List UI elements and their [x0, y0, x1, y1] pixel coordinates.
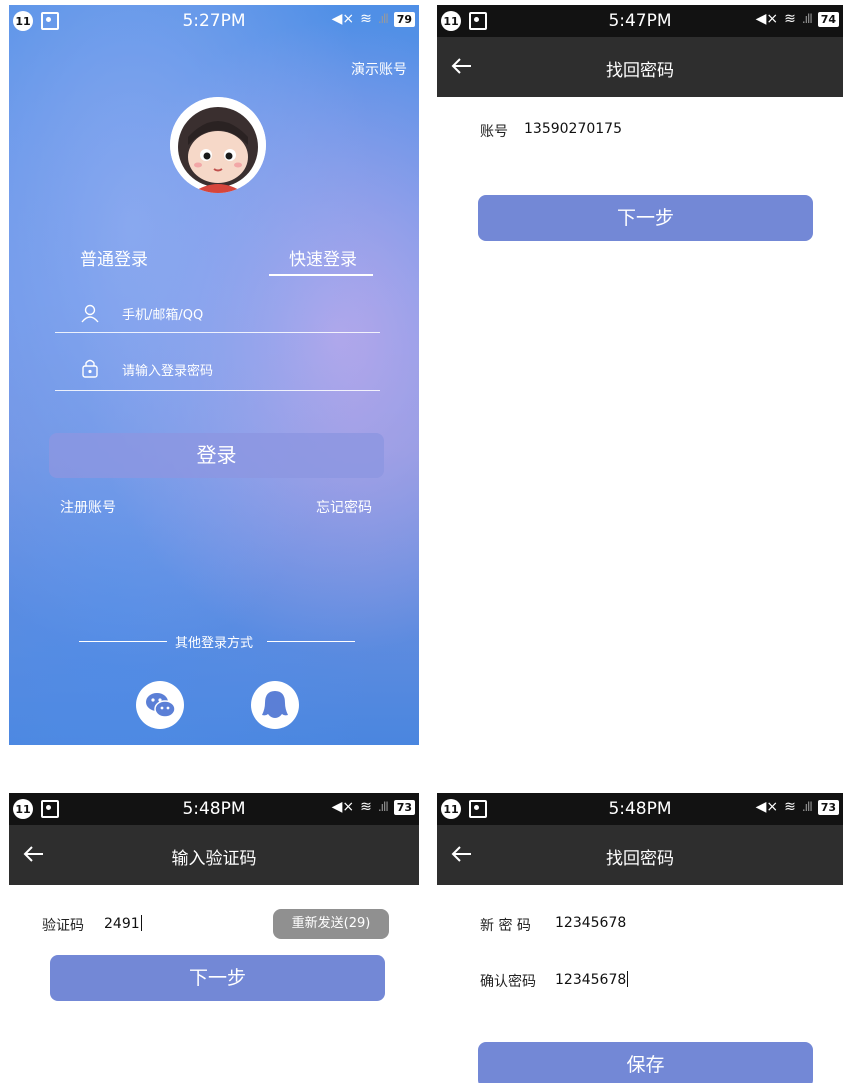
verify-code-screen: 11 5:48PM ◀× ≋ .ıll 73 输入验证码 验证码 2491 重新… [9, 793, 419, 1083]
status-bar: 11 5:48PM ◀× ≋ .ıll 73 [9, 793, 419, 825]
wechat-login-button[interactable] [136, 681, 184, 729]
text-caret [627, 971, 629, 987]
status-bar: 11 5:47PM ◀× ≋ .ıll 74 [437, 5, 843, 37]
new-password-input[interactable]: 12345678 [555, 915, 626, 931]
text-caret [140, 915, 142, 931]
wifi-icon: ≋ [360, 799, 372, 815]
wifi-icon: ≋ [784, 11, 796, 27]
wifi-icon: ≋ [360, 11, 372, 27]
code-label: 验证码 [42, 918, 84, 934]
wechat-icon [146, 693, 176, 718]
save-button[interactable]: 保存 [478, 1042, 813, 1083]
forgot-password-link[interactable]: 忘记密码 [316, 497, 372, 517]
account-underline [55, 332, 380, 333]
register-link[interactable]: 注册账号 [60, 497, 116, 517]
page-title: 输入验证码 [171, 849, 257, 869]
code-value: 2491 [104, 916, 140, 932]
signal-icon: .ıll [377, 800, 389, 814]
account-input[interactable]: 手机/邮箱/QQ [122, 304, 203, 323]
resend-button[interactable]: 重新发送(29) [273, 909, 389, 939]
demo-account-link[interactable]: 演示账号 [351, 59, 407, 79]
mute-icon: ◀× [331, 11, 355, 27]
battery-icon: 79 [393, 11, 415, 27]
mute-icon: ◀× [331, 799, 355, 815]
code-input[interactable]: 2491 [104, 915, 142, 932]
find-password-screen: 11 5:47PM ◀× ≋ .ıll 74 找回密码 账号 135902701… [437, 5, 843, 745]
form-area: 新 密 码 12345678 确认密码 12345678 保存 [437, 885, 843, 1083]
battery-icon: 74 [817, 11, 839, 27]
wifi-icon: ≋ [784, 799, 796, 815]
new-password-screen: 11 5:48PM ◀× ≋ .ıll 73 找回密码 新 密 码 123456… [437, 793, 843, 1083]
next-button[interactable]: 下一步 [478, 195, 813, 241]
mute-icon: ◀× [755, 799, 779, 815]
qq-icon [262, 691, 288, 718]
avatar-image [170, 97, 266, 193]
tab-underline [269, 274, 373, 276]
confirm-password-label: 确认密码 [480, 974, 536, 990]
signal-icon: .ıll [801, 12, 813, 26]
login-button[interactable]: 登录 [49, 433, 384, 478]
status-bar: 11 5:48PM ◀× ≋ .ıll 73 [437, 793, 843, 825]
divider-right [267, 641, 355, 642]
confirm-password-value: 12345678 [555, 972, 627, 988]
avatar [170, 97, 266, 193]
confirm-password-input[interactable]: 12345678 [555, 971, 629, 988]
top-bar: 找回密码 [437, 825, 843, 885]
mute-icon: ◀× [755, 11, 779, 27]
qq-login-button[interactable] [251, 681, 299, 729]
form-area: 验证码 2491 重新发送(29) 下一步 [9, 885, 419, 1083]
top-bar: 输入验证码 [9, 825, 419, 885]
battery-icon: 73 [393, 799, 415, 815]
page-title: 找回密码 [606, 849, 674, 869]
login-screen: 11 5:27PM ◀× ≋ .ıll 79 演示账号 普通登录 快速登录 手机… [9, 5, 419, 745]
tab-quick-login[interactable]: 快速登录 [289, 245, 357, 270]
next-button[interactable]: 下一步 [50, 955, 385, 1001]
lock-icon [82, 359, 98, 378]
status-bar: 11 5:27PM ◀× ≋ .ıll 79 [9, 5, 419, 37]
user-icon [81, 304, 99, 323]
signal-icon: .ıll [377, 12, 389, 26]
tab-normal-login[interactable]: 普通登录 [80, 245, 148, 270]
account-value: 13590270175 [524, 121, 622, 137]
new-password-label: 新 密 码 [480, 918, 531, 934]
password-input[interactable]: 请输入登录密码 [122, 360, 213, 379]
password-underline [55, 390, 380, 391]
page-title: 找回密码 [606, 61, 674, 81]
battery-icon: 73 [817, 799, 839, 815]
top-bar: 找回密码 [437, 37, 843, 97]
other-login-label: 其他登录方式 [174, 636, 253, 651]
account-label: 账号 [480, 124, 508, 140]
signal-icon: .ıll [801, 800, 813, 814]
